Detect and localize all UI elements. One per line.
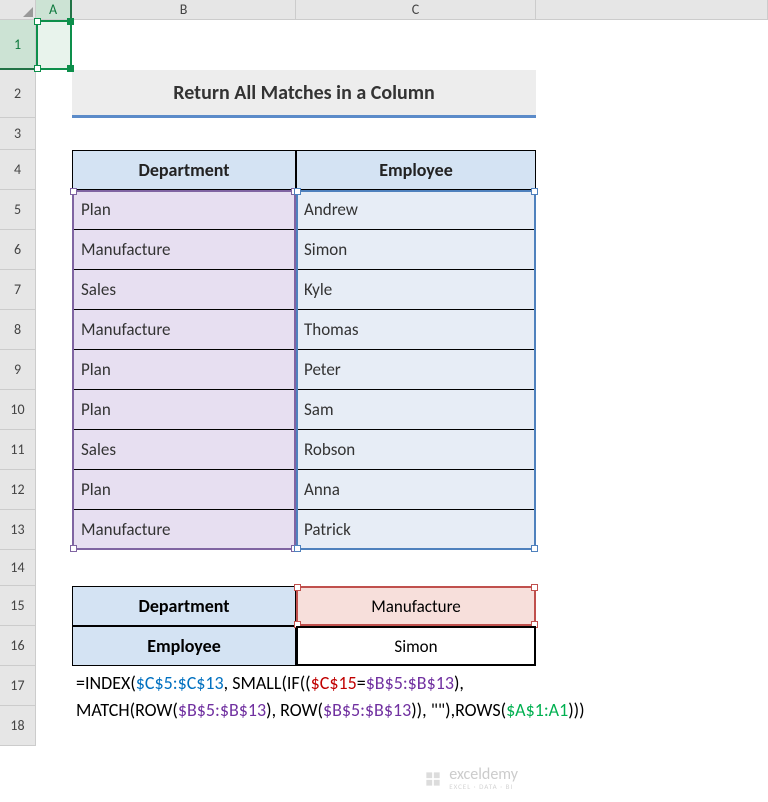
formula-token: $B$5:$B$13 — [178, 699, 266, 721]
formula-display[interactable]: =INDEX($C$5:$C$13, SMALL(IF(($C$15=$B$5:… — [72, 666, 768, 746]
row-header-6[interactable]: 6 — [0, 230, 36, 270]
formula-token: MATCH(ROW( — [76, 699, 178, 721]
cell-C9[interactable]: Peter — [296, 350, 536, 390]
select-all-corner[interactable] — [0, 0, 36, 20]
page-title: Return All Matches in a Column — [72, 70, 536, 118]
col-header-A[interactable]: A — [36, 0, 72, 20]
cell-B6[interactable]: Manufacture — [72, 230, 296, 270]
formula-token: $A$1:A1 — [506, 699, 568, 721]
cell-C13[interactable]: Patrick — [296, 510, 536, 550]
row-header-7[interactable]: 7 — [0, 270, 36, 310]
col-header-blank[interactable] — [536, 0, 768, 20]
lookup-dept-label[interactable]: Department — [72, 586, 296, 626]
cell-B11[interactable]: Sales — [72, 430, 296, 470]
cell-C6[interactable]: Simon — [296, 230, 536, 270]
cell-B8[interactable]: Manufacture — [72, 310, 296, 350]
row-header-11[interactable]: 11 — [0, 430, 36, 470]
row-header-14[interactable]: 14 — [0, 550, 36, 586]
spreadsheet-grid[interactable]: A B C 1 2 3 4 5 6 7 8 9 10 11 12 13 14 1… — [0, 0, 768, 746]
watermark: exceldemy EXCEL · DATA · BI — [423, 767, 518, 790]
cell-C8[interactable]: Thomas — [296, 310, 536, 350]
watermark-icon — [423, 769, 443, 789]
cell-B12[interactable]: Plan — [72, 470, 296, 510]
formula-token: $C$15 — [311, 672, 357, 694]
cell-C11[interactable]: Robson — [296, 430, 536, 470]
col-header-B[interactable]: B — [72, 0, 296, 20]
formula-token: =INDEX( — [76, 672, 136, 694]
row-header-17[interactable]: 17 — [0, 666, 36, 706]
formula-token: , SMALL(IF(( — [224, 672, 311, 694]
formula-token: = — [357, 672, 366, 694]
watermark-title: exceldemy — [449, 767, 518, 783]
row-header-1[interactable]: 1 — [0, 20, 36, 70]
cell-C7[interactable]: Kyle — [296, 270, 536, 310]
header-employee[interactable]: Employee — [296, 150, 536, 190]
row-header-5[interactable]: 5 — [0, 190, 36, 230]
row-header-16[interactable]: 16 — [0, 626, 36, 666]
formula-token: $C$5:$C$13 — [136, 672, 224, 694]
cell-B5[interactable]: Plan — [72, 190, 296, 230]
cell-B7[interactable]: Sales — [72, 270, 296, 310]
cell-B10[interactable]: Plan — [72, 390, 296, 430]
watermark-sub: EXCEL · DATA · BI — [449, 783, 518, 790]
row-header-18[interactable]: 18 — [0, 706, 36, 746]
formula-token: $B$5:$B$13 — [323, 699, 411, 721]
cell-C5[interactable]: Andrew — [296, 190, 536, 230]
row-header-15[interactable]: 15 — [0, 586, 36, 626]
row-header-12[interactable]: 12 — [0, 470, 36, 510]
row-header-2[interactable]: 2 — [0, 70, 36, 118]
formula-token: ), — [454, 672, 464, 694]
col-header-C[interactable]: C — [296, 0, 536, 20]
cell-C10[interactable]: Sam — [296, 390, 536, 430]
row-header-3[interactable]: 3 — [0, 118, 36, 150]
cell-B13[interactable]: Manufacture — [72, 510, 296, 550]
lookup-emp-value[interactable]: Simon — [296, 626, 536, 666]
formula-token: ), ROW( — [266, 699, 323, 721]
formula-token: )), ""),ROWS( — [411, 699, 506, 721]
cell-B9[interactable]: Plan — [72, 350, 296, 390]
lookup-dept-value[interactable]: Manufacture — [296, 586, 536, 626]
formula-token: ))) — [568, 699, 584, 721]
row-header-9[interactable]: 9 — [0, 350, 36, 390]
row-header-4[interactable]: 4 — [0, 150, 36, 190]
cell-A1-active[interactable] — [36, 20, 72, 70]
row-header-8[interactable]: 8 — [0, 310, 36, 350]
cell-C12[interactable]: Anna — [296, 470, 536, 510]
lookup-emp-label[interactable]: Employee — [72, 626, 296, 666]
formula-token: $B$5:$B$13 — [366, 672, 454, 694]
header-department[interactable]: Department — [72, 150, 296, 190]
row-header-13[interactable]: 13 — [0, 510, 36, 550]
row-header-10[interactable]: 10 — [0, 390, 36, 430]
